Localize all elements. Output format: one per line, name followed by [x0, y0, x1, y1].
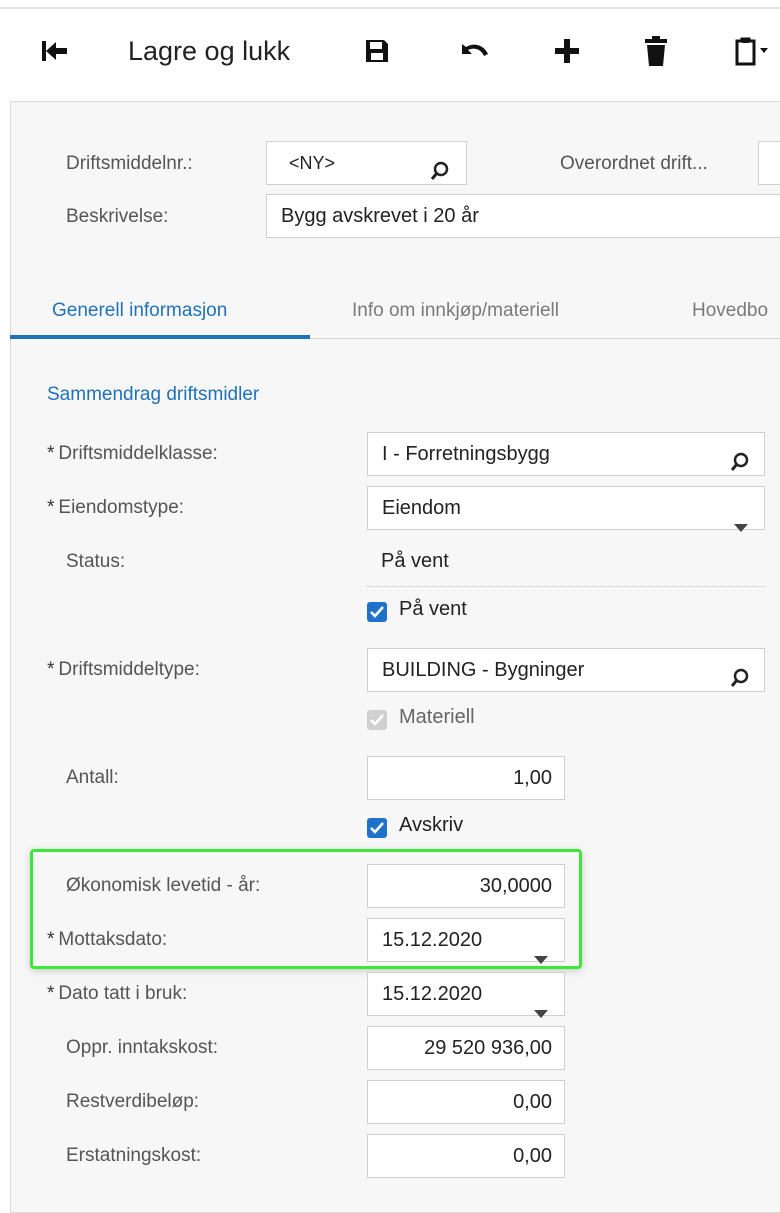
orig-acq-cost-value: 29 520 936,00: [424, 1037, 552, 1059]
orig-acq-cost-field[interactable]: 29 520 936,00: [367, 1026, 565, 1070]
quantity-field[interactable]: 1,00: [367, 756, 565, 800]
tab-purchase-info[interactable]: Info om innkjøp/materiell: [352, 298, 559, 324]
status-label: Status:: [66, 551, 126, 572]
plus-icon[interactable]: [552, 36, 582, 66]
on-hold-checkbox-label: På vent: [399, 598, 467, 620]
required-marker: *: [47, 443, 55, 464]
depreciate-checkbox-label: Avskriv: [399, 814, 464, 836]
orig-acq-cost-label: Oppr. inntakskost:: [66, 1037, 219, 1058]
tangible-checkbox-label: Materiell: [399, 706, 475, 728]
active-tab-indicator: [10, 335, 310, 339]
on-hold-checkbox[interactable]: [367, 602, 387, 622]
clipboard-icon[interactable]: [733, 34, 769, 68]
search-icon[interactable]: [730, 445, 750, 487]
quantity-label: Antall:: [66, 767, 119, 788]
arrow-left-icon[interactable]: [36, 36, 72, 66]
tab-general-ledger[interactable]: Hovedbo: [692, 298, 768, 324]
top-divider: [0, 7, 780, 9]
property-type-value: Eiendom: [382, 497, 461, 519]
property-type-label: * Eiendomstype:: [47, 497, 185, 518]
placed-in-service-label: * Dato tatt i bruk:: [47, 983, 188, 1004]
description-field[interactable]: Bygg avskrevet i 20 år: [266, 194, 780, 238]
asset-class-label: * Driftsmiddelklasse:: [47, 443, 218, 464]
undo-icon[interactable]: [456, 36, 492, 66]
status-value: På vent: [381, 550, 449, 572]
salvage-value: 0,00: [513, 1091, 552, 1113]
trash-icon[interactable]: [642, 34, 670, 68]
depreciate-checkbox[interactable]: [367, 818, 387, 838]
search-icon[interactable]: [730, 661, 750, 703]
section-title: Sammendrag driftsmidler: [47, 384, 260, 405]
property-type-select[interactable]: Eiendom: [367, 486, 765, 532]
tangible-checkbox: [367, 710, 387, 730]
parent-asset-field[interactable]: [758, 141, 780, 185]
replacement-cost-label: Erstatningskost:: [66, 1145, 202, 1166]
salvage-label: Restverdibeløp:: [66, 1091, 200, 1112]
description-value: Bygg avskrevet i 20 år: [281, 205, 479, 227]
asset-type-label: * Driftsmiddeltype:: [47, 659, 200, 680]
highlight-box: [30, 849, 582, 969]
quantity-value: 1,00: [513, 767, 552, 789]
parent-asset-label: Overordnet drift...: [560, 153, 708, 174]
asset-no-label: Driftsmiddelnr.:: [66, 153, 193, 174]
asset-class-value: I - Forretningsbygg: [382, 443, 550, 465]
description-label: Beskrivelse:: [66, 206, 169, 227]
asset-type-value: BUILDING - Bygninger: [382, 659, 585, 681]
placed-in-service-field[interactable]: 15.12.2020: [367, 972, 565, 1018]
replacement-cost-field[interactable]: 0,00: [367, 1134, 565, 1178]
asset-type-field[interactable]: BUILDING - Bygninger: [367, 648, 765, 692]
floppy-disk-icon[interactable]: [362, 36, 392, 66]
chevron-down-icon[interactable]: [734, 505, 748, 547]
save-and-close-button[interactable]: Lagre og lukk: [128, 32, 290, 70]
asset-class-field[interactable]: I - Forretningsbygg: [367, 432, 765, 476]
status-divider: [367, 586, 765, 587]
asset-no-field[interactable]: <NY>: [266, 141, 467, 185]
salvage-field[interactable]: 0,00: [367, 1080, 565, 1124]
replacement-cost-value: 0,00: [513, 1145, 552, 1167]
search-icon[interactable]: [430, 154, 450, 196]
placed-in-service-value: 15.12.2020: [382, 983, 483, 1005]
tab-general-info[interactable]: Generell informasjon: [52, 298, 227, 324]
asset-no-value: <NY>: [289, 153, 336, 173]
